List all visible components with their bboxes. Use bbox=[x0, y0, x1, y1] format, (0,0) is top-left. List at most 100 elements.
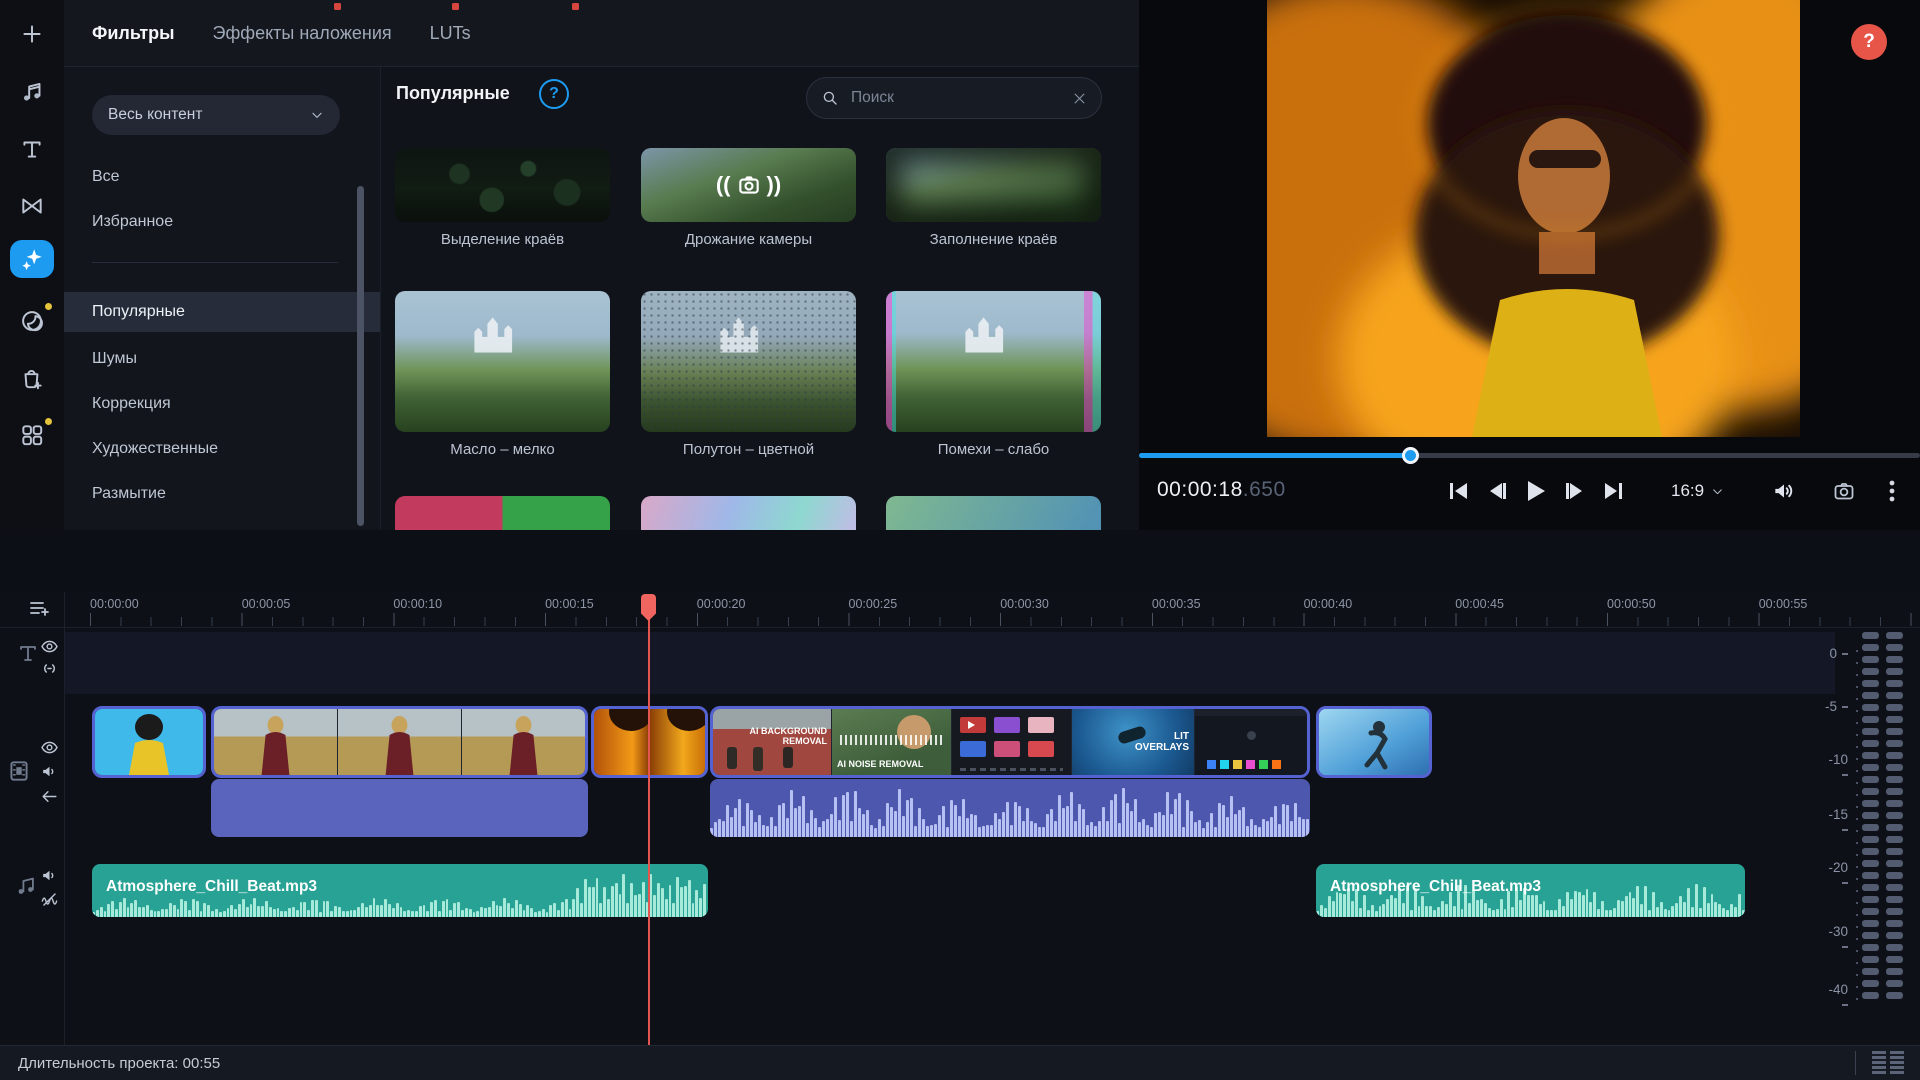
waveform-bar bbox=[1695, 884, 1698, 917]
title-track-link-toggle[interactable] bbox=[40, 659, 59, 678]
video-clip-4[interactable]: AI BACKGROUND REMOVAL AI NOISE REMOVAL L… bbox=[710, 706, 1310, 778]
waveform-bar bbox=[758, 815, 761, 837]
waveform-bar bbox=[1671, 906, 1674, 917]
waveform-bar bbox=[104, 911, 107, 917]
help-button[interactable]: ? bbox=[1851, 24, 1887, 60]
sparkles-icon bbox=[19, 246, 45, 272]
waveform-bar bbox=[1613, 908, 1616, 917]
waveform-bar bbox=[870, 825, 873, 837]
transitions-button[interactable] bbox=[0, 184, 64, 228]
meter-options-icon[interactable] bbox=[1872, 1051, 1886, 1076]
video-track-return-toggle[interactable] bbox=[40, 787, 59, 806]
waveform-bar bbox=[615, 883, 618, 917]
castle-silhouette bbox=[710, 311, 788, 355]
more-tools-badge bbox=[45, 418, 52, 425]
titles-button[interactable] bbox=[0, 127, 64, 171]
category-noise[interactable]: Шумы bbox=[64, 339, 380, 379]
waveform-bar bbox=[1632, 898, 1635, 917]
filter-thumbnail-partial[interactable] bbox=[395, 496, 610, 530]
video-track-visibility-toggle[interactable] bbox=[40, 738, 59, 757]
keyframe-marker[interactable] bbox=[334, 3, 341, 10]
tab-overlay-effects[interactable]: Эффекты наложения bbox=[213, 23, 392, 44]
waveform-bar bbox=[890, 807, 893, 837]
waveform-bar bbox=[1660, 902, 1663, 917]
video-clip-2[interactable] bbox=[211, 706, 588, 778]
audio-library-button[interactable] bbox=[0, 70, 64, 114]
video-track-mute-toggle[interactable] bbox=[40, 762, 59, 781]
title-track-visibility-toggle[interactable] bbox=[40, 637, 59, 656]
audio-track-mute-toggle[interactable] bbox=[40, 866, 59, 885]
waveform-bar bbox=[315, 900, 318, 917]
category-artistic[interactable]: Художественные bbox=[64, 429, 380, 469]
waveform-bar bbox=[688, 880, 691, 917]
waveform-bar bbox=[1636, 886, 1639, 917]
add-track-button[interactable] bbox=[27, 596, 51, 620]
volume-button[interactable] bbox=[1769, 478, 1799, 504]
linked-audio-clip-4[interactable] bbox=[710, 779, 1310, 837]
previous-frame-button[interactable] bbox=[1482, 478, 1512, 504]
linked-audio-clip-2[interactable] bbox=[211, 779, 588, 837]
tab-luts[interactable]: LUTs bbox=[430, 23, 471, 44]
seek-handle[interactable] bbox=[1402, 447, 1419, 464]
video-clip-5[interactable] bbox=[1316, 706, 1432, 778]
audio-track-waveform-toggle[interactable] bbox=[40, 890, 59, 909]
camera-icon bbox=[1832, 479, 1856, 503]
sidebar-scrollbar[interactable] bbox=[357, 186, 364, 526]
music-clip-2[interactable]: Atmosphere_Chill_Beat.mp3 bbox=[1316, 864, 1745, 917]
video-clip-1[interactable] bbox=[92, 706, 206, 778]
project-duration-label: Длительность проекта: 00:55 bbox=[18, 1055, 220, 1072]
waveform-bar bbox=[1130, 811, 1133, 837]
play-button[interactable] bbox=[1520, 478, 1550, 504]
category-correction[interactable]: Коррекция bbox=[64, 384, 380, 424]
waveform-bar bbox=[503, 898, 506, 917]
waveform-bar bbox=[526, 905, 529, 917]
category-favorites[interactable]: Избранное bbox=[64, 202, 380, 242]
filter-card-edge-detect[interactable]: Выделение краёв bbox=[395, 148, 610, 248]
filter-thumbnail-partial[interactable] bbox=[886, 496, 1101, 530]
preview-frame-art bbox=[1267, 0, 1800, 437]
waveform-bar bbox=[1543, 901, 1546, 917]
meter-options-icon[interactable] bbox=[1890, 1051, 1904, 1076]
waveform-bar bbox=[180, 899, 183, 917]
filter-thumbnail-partial[interactable] bbox=[641, 496, 856, 530]
category-popular[interactable]: Популярные bbox=[64, 292, 380, 332]
playhead-line[interactable] bbox=[648, 594, 650, 1045]
help-icon[interactable]: ? bbox=[539, 79, 569, 109]
skip-to-end-button[interactable] bbox=[1598, 478, 1628, 504]
clear-search-icon[interactable] bbox=[1072, 91, 1087, 106]
snapshot-button[interactable] bbox=[1829, 478, 1859, 504]
waveform-bar bbox=[1593, 892, 1596, 917]
aspect-ratio-dropdown[interactable]: 16:9 bbox=[1671, 481, 1724, 501]
next-frame-button[interactable] bbox=[1560, 478, 1590, 504]
stickers-button[interactable] bbox=[0, 299, 64, 343]
filters-button-active[interactable] bbox=[10, 240, 54, 278]
seek-bar[interactable] bbox=[1139, 448, 1920, 462]
waveform-bar bbox=[1570, 899, 1573, 917]
waveform-bar bbox=[419, 906, 422, 917]
waveform-bar bbox=[1158, 812, 1161, 837]
add-media-button[interactable] bbox=[0, 12, 64, 56]
waveform-bar bbox=[1425, 906, 1428, 917]
category-all[interactable]: Все bbox=[64, 157, 380, 197]
music-clip-1[interactable]: Atmosphere_Chill_Beat.mp3 bbox=[92, 864, 708, 917]
waveform-bar bbox=[770, 817, 773, 837]
filter-card-oil-fine[interactable]: Масло – мелко bbox=[395, 291, 610, 458]
store-button[interactable] bbox=[0, 356, 64, 400]
more-tools-button[interactable] bbox=[0, 413, 64, 457]
waveform-bar bbox=[496, 905, 499, 917]
filter-card-interference-weak[interactable]: Помехи – слабо bbox=[886, 291, 1101, 458]
timeline-ruler[interactable]: 00:00:0000:00:0500:00:1000:00:1500:00:20… bbox=[0, 592, 1920, 628]
waveform-bar bbox=[642, 882, 645, 917]
content-type-dropdown[interactable]: Весь контент bbox=[92, 95, 340, 135]
category-blur[interactable]: Размытие bbox=[64, 474, 380, 514]
tab-filters[interactable]: Фильтры bbox=[92, 23, 175, 44]
filter-card-camera-shake[interactable]: (( )) Дрожание камеры bbox=[641, 148, 856, 248]
keyframe-marker[interactable] bbox=[572, 3, 579, 10]
filter-card-edge-fill[interactable]: Заполнение краёв bbox=[886, 148, 1101, 248]
preview-menu-button[interactable] bbox=[1877, 478, 1907, 504]
keyframe-marker[interactable] bbox=[452, 3, 459, 10]
skip-to-start-button[interactable] bbox=[1444, 478, 1474, 504]
filter-card-halftone-color[interactable]: Полутон – цветной bbox=[641, 291, 856, 458]
search-input[interactable] bbox=[849, 88, 1062, 108]
waveform-bar bbox=[1002, 812, 1005, 837]
